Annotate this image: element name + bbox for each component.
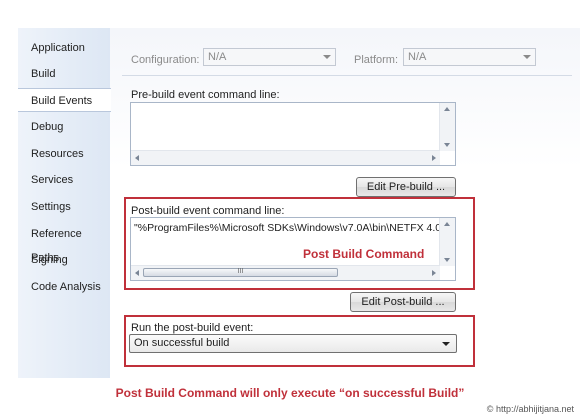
footer-credit: © http://abhijitjana.net bbox=[487, 404, 574, 414]
chevron-down-icon bbox=[442, 342, 450, 346]
scroll-left-icon[interactable] bbox=[135, 155, 139, 161]
postbuild-label: Post-build event command line: bbox=[131, 205, 285, 217]
chevron-down-icon bbox=[323, 55, 331, 59]
scroll-left-icon[interactable] bbox=[135, 270, 139, 276]
property-tabs-sidebar: Application Build Build Events Debug Res… bbox=[18, 28, 111, 378]
scroll-thumb[interactable]: III bbox=[143, 268, 338, 277]
footer-url: http://abhijitjana.net bbox=[495, 404, 574, 414]
prebuild-label: Pre-build event command line: bbox=[131, 89, 280, 101]
configuration-select[interactable]: N/A bbox=[203, 48, 336, 66]
scroll-down-icon[interactable] bbox=[444, 258, 450, 262]
postbuild-command-value: "%ProgramFiles%\Microsoft SDKs\Windows\v… bbox=[134, 222, 455, 234]
horizontal-scrollbar[interactable] bbox=[131, 150, 440, 165]
tab-application[interactable]: Application bbox=[18, 36, 110, 60]
run-event-select[interactable]: On successful build bbox=[129, 334, 457, 353]
tab-resources[interactable]: Resources bbox=[18, 142, 110, 166]
tab-reference-paths[interactable]: Reference Paths bbox=[18, 222, 110, 264]
build-events-panel: Configuration: N/A Platform: N/A Pre-bui… bbox=[110, 28, 580, 378]
scroll-right-icon[interactable] bbox=[432, 155, 436, 161]
configuration-label: Configuration: bbox=[131, 54, 200, 66]
tab-build-events[interactable]: Build Events bbox=[18, 88, 111, 112]
chevron-down-icon bbox=[523, 55, 531, 59]
run-event-value: On successful build bbox=[134, 337, 230, 349]
platform-label: Platform: bbox=[354, 54, 399, 66]
scroll-up-icon[interactable] bbox=[444, 222, 450, 226]
scroll-up-icon[interactable] bbox=[444, 107, 450, 111]
vertical-scrollbar[interactable] bbox=[439, 218, 455, 266]
tab-code-analysis[interactable]: Code Analysis bbox=[18, 275, 110, 299]
tab-settings[interactable]: Settings bbox=[18, 195, 110, 219]
tab-services[interactable]: Services bbox=[18, 168, 110, 192]
separator bbox=[122, 75, 572, 76]
horizontal-scrollbar[interactable]: III bbox=[131, 265, 440, 280]
platform-select[interactable]: N/A bbox=[403, 48, 536, 66]
scroll-down-icon[interactable] bbox=[444, 143, 450, 147]
edit-postbuild-button[interactable]: Edit Post-build ... bbox=[350, 292, 456, 312]
edit-prebuild-button[interactable]: Edit Pre-build ... bbox=[356, 177, 456, 197]
prebuild-command-textbox[interactable] bbox=[130, 102, 456, 166]
platform-value: N/A bbox=[408, 51, 427, 63]
tab-signing[interactable]: Signing bbox=[18, 248, 110, 272]
tab-build[interactable]: Build bbox=[18, 62, 110, 86]
scroll-right-icon[interactable] bbox=[432, 270, 436, 276]
run-event-label: Run the post-build event: bbox=[131, 322, 254, 334]
vertical-scrollbar[interactable] bbox=[439, 103, 455, 151]
configuration-value: N/A bbox=[208, 51, 227, 63]
copyright-icon: © bbox=[486, 404, 494, 414]
post-build-command-annotation: Post Build Command bbox=[303, 247, 425, 261]
caption: Post Build Command will only execute “on… bbox=[115, 386, 465, 400]
tab-debug[interactable]: Debug bbox=[18, 115, 110, 139]
